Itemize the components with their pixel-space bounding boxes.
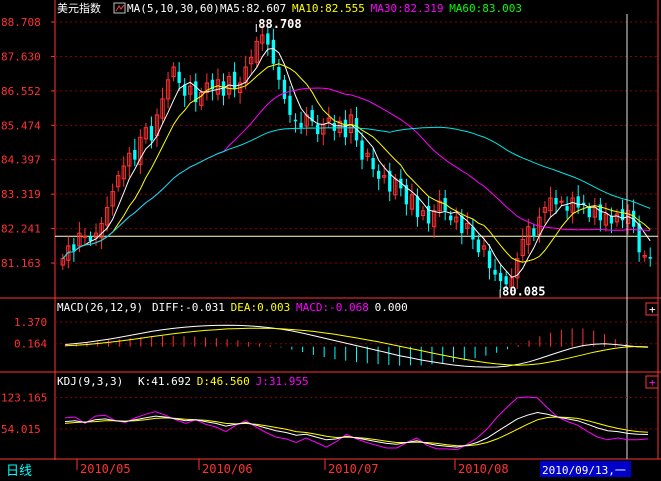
candle-body bbox=[177, 71, 181, 83]
candle-body bbox=[554, 197, 558, 205]
y-tick-label: 86.552 bbox=[1, 85, 41, 98]
ma-legend-item: MA60:83.003 bbox=[449, 2, 522, 15]
period-label[interactable]: 日线 bbox=[6, 464, 32, 479]
macd-legend-item: MACD:-0.068 bbox=[296, 301, 369, 314]
candle-body bbox=[487, 250, 492, 269]
stock-chart: 美元指数 MA(5,10,30,60) MA5:82.607 MA10:82.55… bbox=[0, 0, 661, 481]
kdj-legend-item: D:46.560 bbox=[197, 375, 250, 388]
candle-body bbox=[498, 273, 503, 282]
ma10-line bbox=[62, 63, 651, 263]
candle-body bbox=[316, 124, 320, 135]
candle-body bbox=[377, 170, 381, 179]
macd-expand-icon: + bbox=[649, 303, 656, 316]
y-tick-label: 81.163 bbox=[1, 257, 41, 270]
candle-body bbox=[72, 244, 76, 251]
y-tick-label: 1.370 bbox=[14, 316, 47, 329]
y-tick-label: 85.474 bbox=[1, 119, 41, 132]
candle-body bbox=[559, 200, 564, 203]
ma60-line bbox=[62, 126, 651, 260]
main-title: 美元指数 bbox=[57, 1, 101, 15]
kdj-legend-item: K:41.692 bbox=[138, 375, 191, 388]
y-tick-label: 84.397 bbox=[1, 154, 41, 167]
ma-indicator-label: MA(5,10,30,60) bbox=[127, 2, 220, 15]
high-label: 88.708 bbox=[258, 17, 301, 31]
ma-icon[interactable] bbox=[113, 2, 126, 14]
macd-legend-item: 0.000 bbox=[375, 301, 408, 314]
k-line bbox=[64, 411, 649, 448]
d-line bbox=[64, 416, 649, 447]
date-label: 2010/08 bbox=[458, 462, 509, 476]
macd-indicator-label: MACD(26,12,9) bbox=[57, 301, 143, 314]
macd-legend-item: DEA:0.003 bbox=[231, 301, 291, 314]
candle-body bbox=[648, 257, 652, 259]
candle-body bbox=[271, 39, 276, 64]
y-tick-label: 83.319 bbox=[1, 188, 41, 201]
candle-body bbox=[576, 196, 580, 208]
candle-body bbox=[288, 95, 292, 115]
ma-legend-item: MA5:82.607 bbox=[220, 2, 286, 15]
y-tick-label: 0.164 bbox=[14, 338, 47, 351]
y-tick-label: 54.015 bbox=[1, 423, 41, 436]
ma-legend: MA5:82.607 MA10:82.555 MA30:82.319 MA60:83.… bbox=[220, 2, 522, 15]
candle-body bbox=[299, 122, 303, 128]
kdj-indicator-label: KDJ(9,3,3) bbox=[57, 375, 123, 388]
candle-body bbox=[493, 269, 497, 275]
candle-body bbox=[415, 196, 420, 218]
y-tick-label: 87.630 bbox=[1, 50, 41, 63]
kdj-legend-item: J:31.955 bbox=[256, 375, 309, 388]
candle-body bbox=[293, 119, 298, 122]
candle-body bbox=[343, 119, 348, 138]
candle-body bbox=[565, 205, 569, 211]
y-tick-label: 123.165 bbox=[1, 391, 47, 404]
candle-body bbox=[149, 126, 154, 141]
candle-body bbox=[532, 228, 536, 237]
candle-body bbox=[332, 122, 336, 131]
macd-legend-item: DIFF:-0.031 bbox=[152, 301, 225, 314]
kdj-expand-icon: + bbox=[649, 376, 656, 389]
candle-body bbox=[277, 66, 281, 80]
kdj-legend: K:41.692 D:46.560 J:31.955 bbox=[138, 375, 309, 388]
candle-body bbox=[449, 215, 453, 221]
y-tick-label: 82.241 bbox=[1, 223, 41, 236]
candle-body bbox=[282, 79, 287, 99]
candle-body bbox=[82, 235, 88, 238]
candle-body bbox=[371, 158, 375, 170]
ma5-line bbox=[62, 47, 651, 278]
candle-body bbox=[266, 33, 270, 45]
candle-body bbox=[637, 223, 641, 253]
candle-body bbox=[476, 239, 481, 253]
j-line bbox=[64, 396, 649, 451]
ma-legend-item: MA30:82.319 bbox=[371, 2, 444, 15]
y-tick-label: 88.708 bbox=[1, 16, 41, 29]
candle-body bbox=[460, 215, 464, 234]
candle-body bbox=[133, 150, 137, 160]
date-label: 2010/07 bbox=[328, 462, 379, 476]
date-label: 2010/06 bbox=[202, 462, 253, 476]
date-label: 2010/05 bbox=[80, 462, 131, 476]
low-label: 80.085 bbox=[502, 284, 545, 298]
candle-body bbox=[232, 71, 237, 90]
candle-body bbox=[504, 276, 508, 285]
candle-body bbox=[587, 207, 591, 218]
ma-legend-item: MA10:82.555 bbox=[292, 2, 365, 15]
cursor-date: 2010/09/13,一 bbox=[542, 464, 626, 477]
candlestick-series bbox=[60, 25, 652, 296]
macd-legend: DIFF:-0.031 DEA:0.003 MACD:-0.068 0.000 bbox=[152, 301, 408, 314]
candle-body bbox=[360, 140, 364, 160]
